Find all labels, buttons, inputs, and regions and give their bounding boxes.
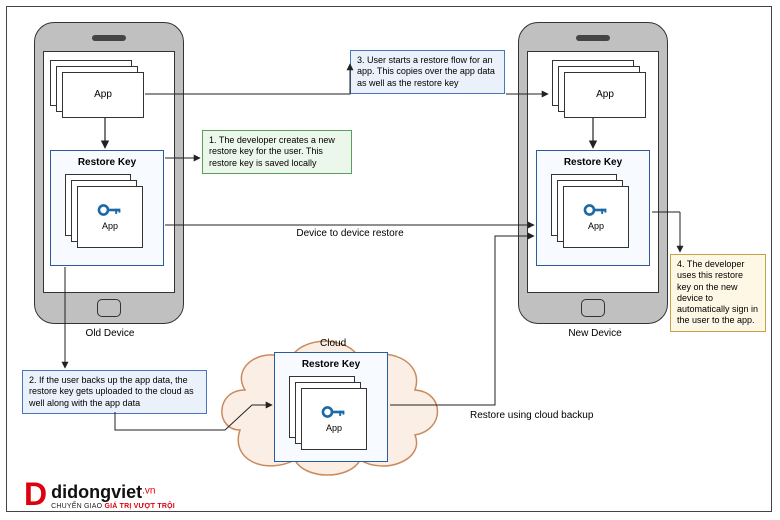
old-restore-app-card: App (77, 186, 143, 248)
new-restore-key-box: Restore Key App (536, 150, 650, 266)
key-icon (583, 203, 609, 217)
home-button (97, 299, 121, 317)
d2d-label: Device to device restore (260, 228, 440, 239)
new-restore-app-card: App (563, 186, 629, 248)
didongviet-logo: D didongviet.vn CHUYỂN GIAO GIÁ TRỊ VƯỢT… (24, 478, 175, 510)
cloud-restore-app-card: App (301, 388, 367, 450)
logo-slogan: CHUYỂN GIAO GIÁ TRỊ VƯỢT TRỘI (51, 503, 175, 510)
note-step-4: 4. The developer uses this restore key o… (670, 254, 766, 332)
home-button (581, 299, 605, 317)
speaker (92, 35, 126, 41)
note-step-3: 3. User starts a restore flow for an app… (350, 50, 505, 94)
cloud-restore-key-box: Restore Key App (274, 352, 388, 462)
new-app-card: App (564, 72, 646, 118)
cloud-label: Cloud (320, 338, 346, 349)
logo-name: didongviet (51, 482, 142, 502)
key-icon (321, 405, 347, 419)
logo-mark: D (24, 478, 47, 510)
old-app-card: App (62, 72, 144, 118)
note-step-2: 2. If the user backs up the app data, th… (22, 370, 207, 414)
speaker (576, 35, 610, 41)
restore-key-title: Restore Key (279, 357, 383, 374)
restore-key-title: Restore Key (541, 155, 645, 172)
logo-tld: .vn (142, 486, 155, 497)
old-restore-key-box: Restore Key App (50, 150, 164, 266)
old-device-label: Old Device (60, 328, 160, 339)
restore-key-title: Restore Key (55, 155, 159, 172)
new-device-label: New Device (545, 328, 645, 339)
note-step-1: 1. The developer creates a new restore k… (202, 130, 352, 174)
cloud-restore-label: Restore using cloud backup (470, 410, 640, 421)
key-icon (97, 203, 123, 217)
